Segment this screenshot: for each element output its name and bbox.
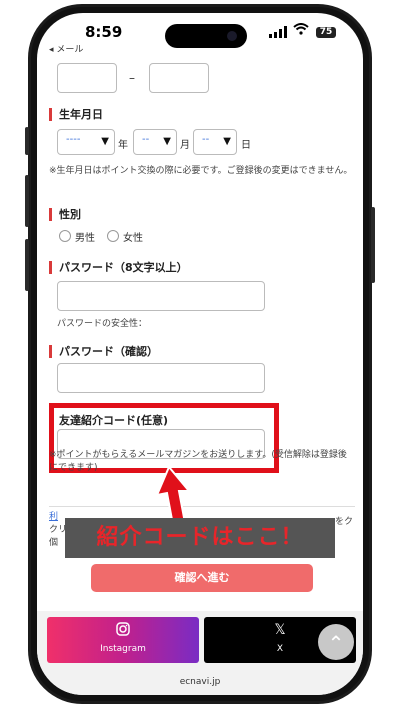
password-confirm-input[interactable] bbox=[57, 363, 265, 393]
phone-part2-input[interactable] bbox=[57, 63, 117, 93]
confirm-button[interactable]: 確認へ進む bbox=[91, 564, 313, 592]
phone-separator: – bbox=[129, 71, 135, 85]
gender-female-label: 女性 bbox=[123, 233, 143, 244]
phone-frame: – 生年月日 ---- ▼ 年 -- ▼ 月 -- ▼ 日 ※生年月日はポイント… bbox=[25, 4, 375, 704]
gender-female-radio[interactable] bbox=[107, 230, 119, 242]
referral-code-label: 友達紹介コード(任意) bbox=[59, 414, 169, 427]
scroll-to-top-button[interactable]: ⌃ bbox=[318, 624, 354, 660]
phone-part3-input[interactable] bbox=[149, 63, 209, 93]
gender-male-radio[interactable] bbox=[59, 230, 71, 242]
password-strength-label: パスワードの安全性： bbox=[57, 319, 148, 329]
instagram-button[interactable]: Instagram bbox=[47, 617, 199, 663]
dynamic-island bbox=[165, 24, 247, 48]
battery-indicator: 75 bbox=[316, 27, 336, 38]
terms-text-partial-tail: をク bbox=[335, 517, 354, 527]
annotation-banner: 紹介コードはここ！ bbox=[65, 518, 335, 558]
instagram-label: Instagram bbox=[100, 644, 146, 654]
status-bar: 8:59 ◂ メール 75 bbox=[37, 13, 363, 57]
terms-text-partial-3: 個 bbox=[49, 538, 59, 548]
birth-month-value: -- bbox=[142, 134, 150, 145]
wifi-icon bbox=[293, 23, 309, 39]
chevron-down-icon: ▼ bbox=[101, 136, 109, 147]
day-unit: 日 bbox=[241, 140, 251, 151]
birth-day-value: -- bbox=[202, 134, 210, 145]
gender-label: 性別 bbox=[49, 208, 81, 221]
password-input[interactable] bbox=[57, 281, 265, 311]
chevron-up-icon: ⌃ bbox=[327, 631, 345, 655]
chevron-down-icon: ▼ bbox=[223, 136, 231, 147]
mute-switch bbox=[25, 127, 29, 155]
volume-up-button bbox=[25, 175, 29, 227]
gender-male-label: 男性 bbox=[75, 233, 95, 244]
mailmag-note: ※ポイントがもらえるメールマガジンをお送りします。(受信解除は登録後にできます) bbox=[49, 450, 347, 473]
power-button bbox=[371, 207, 375, 283]
month-unit: 月 bbox=[180, 140, 190, 151]
status-time: 8:59 bbox=[85, 23, 123, 41]
password-label: パスワード（8文字以上） bbox=[49, 261, 188, 274]
footer-domain: ecnavi.jp bbox=[179, 677, 221, 687]
birth-month-select[interactable]: -- ▼ bbox=[133, 129, 177, 155]
birthdate-label: 生年月日 bbox=[49, 108, 103, 121]
volume-down-button bbox=[25, 239, 29, 291]
birth-year-select[interactable]: ---- ▼ bbox=[57, 129, 115, 155]
birthdate-note: ※生年月日はポイント交換の際に必要です。ご登録後の変更はできません。 bbox=[49, 166, 353, 176]
year-unit: 年 bbox=[118, 140, 128, 151]
birth-day-select[interactable]: -- ▼ bbox=[193, 129, 237, 155]
instagram-icon bbox=[47, 622, 199, 640]
divider bbox=[49, 506, 355, 507]
signal-icon bbox=[269, 26, 287, 38]
back-to-mail-link[interactable]: ◂ メール bbox=[49, 42, 83, 55]
terms-link-partial[interactable]: 利 bbox=[49, 511, 58, 524]
birth-year-value: ---- bbox=[66, 134, 81, 145]
screen: – 生年月日 ---- ▼ 年 -- ▼ 月 -- ▼ 日 ※生年月日はポイント… bbox=[37, 13, 363, 695]
camera-icon bbox=[227, 31, 237, 41]
password-confirm-label: パスワード（確認） bbox=[49, 345, 158, 358]
chevron-down-icon: ▼ bbox=[163, 136, 171, 147]
